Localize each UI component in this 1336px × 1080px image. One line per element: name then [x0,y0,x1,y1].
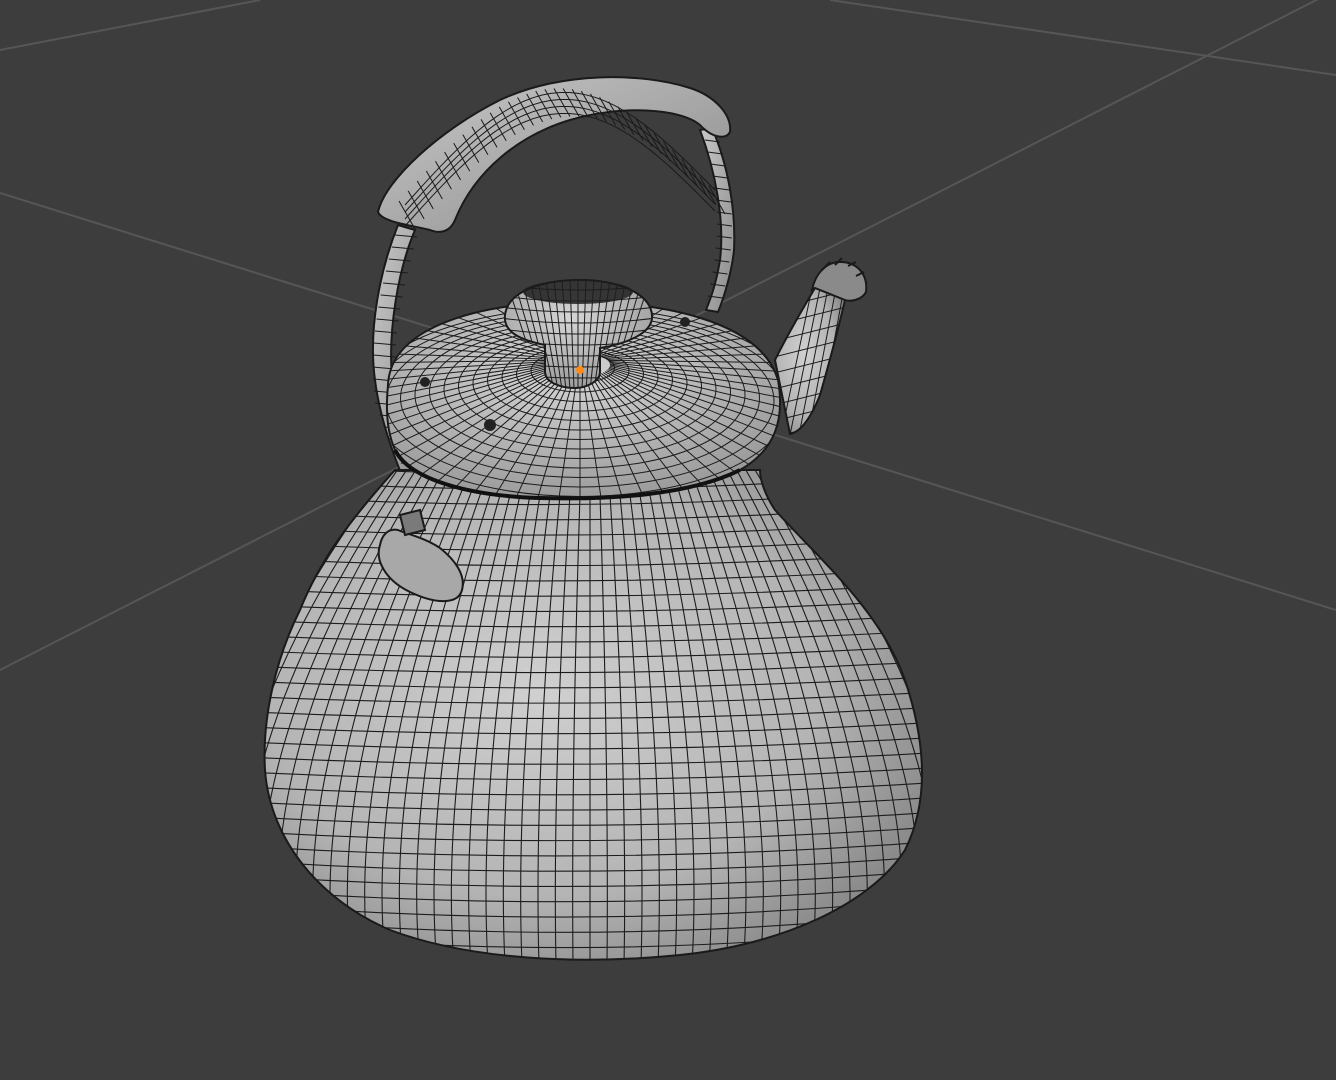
handle-right-post [698,126,736,314]
handle-grip [376,76,732,233]
kettle-spout [773,257,868,436]
viewport-canvas[interactable] [0,0,1336,1080]
object-origin-point[interactable] [576,366,584,374]
kettle-body [263,469,923,961]
grid-line [829,0,1336,76]
grid-line [0,0,261,51]
kettle-mesh[interactable] [205,76,975,965]
3d-viewport[interactable] [0,0,1336,1080]
